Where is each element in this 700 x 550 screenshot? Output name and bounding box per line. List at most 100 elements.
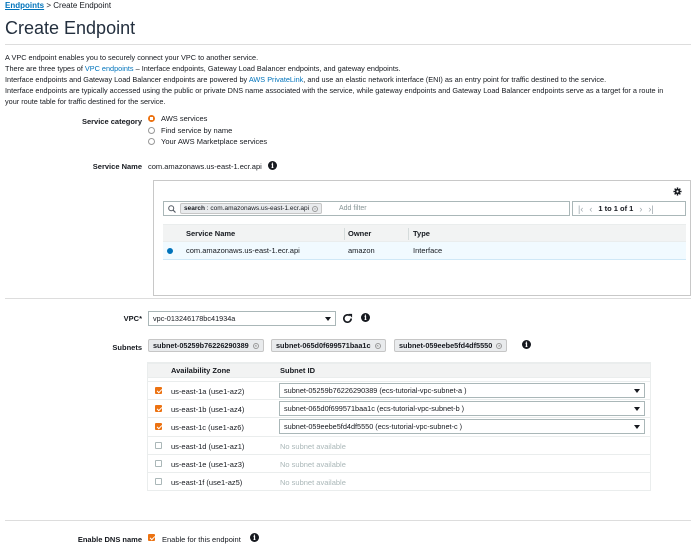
refresh-icon[interactable] <box>342 313 353 326</box>
radio-marketplace-services[interactable]: Your AWS Marketplace services <box>148 136 267 148</box>
intro-line-4: Interface endpoints are typically access… <box>5 86 664 95</box>
search-token-key: search <box>184 204 205 212</box>
table-row[interactable]: com.amazonaws.us-east-1.ecr.api amazon I… <box>163 242 686 260</box>
az-table-header: Availability Zone Subnet ID <box>148 363 650 378</box>
aws-privatelink-link[interactable]: AWS PrivateLink <box>249 75 303 84</box>
breadcrumb-separator: > <box>46 1 52 10</box>
subnet-select-value: subnet-065d0f699571baa1c (ecs-tutorial-v… <box>284 404 465 413</box>
intro-line-2: There are three types of VPC endpoints –… <box>5 63 691 74</box>
subnet-token-label: subnet-065d0f699571baa1c <box>276 341 371 350</box>
vpc-select[interactable]: vpc-013246178bc41934a <box>148 311 336 326</box>
subnet-select[interactable]: subnet-065d0f699571baa1c (ecs-tutorial-v… <box>279 401 645 416</box>
intro-line-2-pre: There are three types of <box>5 64 85 73</box>
az-checkbox[interactable] <box>155 387 162 394</box>
az-name: us-east-1f (use1-az5) <box>171 477 243 487</box>
az-name: us-east-1a (use1-az2) <box>171 386 245 396</box>
info-icon[interactable]: i <box>522 340 531 349</box>
az-checkbox[interactable] <box>155 478 162 485</box>
prev-page-icon[interactable]: ‹ <box>589 204 592 214</box>
last-page-icon[interactable]: ›| <box>648 204 653 214</box>
intro-line-2-post: – Interface endpoints, Gateway Load Bala… <box>133 64 401 73</box>
add-filter-placeholder[interactable]: Add filter <box>339 205 367 212</box>
column-divider <box>344 228 345 240</box>
service-category-label: Service category <box>81 117 142 126</box>
chevron-down-icon <box>634 389 640 393</box>
breadcrumb: Endpoints > Create Endpoint <box>5 1 111 10</box>
row-radio[interactable] <box>167 242 173 259</box>
subnet-token[interactable]: subnet-05259b76226290389 × <box>148 339 264 352</box>
radio-aws-services-label: AWS services <box>161 114 208 124</box>
service-search-box[interactable]: search : com.amazonaws.us-east-1.ecr.api… <box>163 201 570 216</box>
info-icon[interactable]: i <box>268 161 277 170</box>
chevron-down-icon <box>325 317 331 321</box>
remove-token-icon[interactable]: × <box>312 205 319 212</box>
radio-button[interactable] <box>148 126 155 134</box>
col-availability-zone: Availability Zone <box>171 366 231 375</box>
service-name-label: Service Name <box>92 162 142 171</box>
intro-line-5: your route table for traffic destined fo… <box>5 97 166 106</box>
subnets-label: Subnets <box>112 343 142 352</box>
radio-marketplace-label: Your AWS Marketplace services <box>161 137 268 147</box>
intro-line-3-pre: Interface endpoints and Gateway Load Bal… <box>5 75 249 84</box>
table-row: us-east-1b (use1-az4) subnet-065d0f69957… <box>148 399 650 417</box>
az-name: us-east-1c (use1-az6) <box>171 422 244 432</box>
radio-selected-icon[interactable] <box>167 247 173 254</box>
column-divider <box>408 228 409 240</box>
remove-token-icon[interactable]: × <box>496 342 503 349</box>
remove-token-icon[interactable]: × <box>374 342 381 349</box>
dns-checkbox[interactable] <box>148 534 155 541</box>
radio-find-service-label: Find service by name <box>161 125 233 135</box>
intro-text: A VPC endpoint enables you to securely c… <box>5 52 691 107</box>
info-icon[interactable]: i <box>250 533 259 542</box>
section-divider <box>5 298 691 299</box>
az-checkbox[interactable] <box>155 423 162 430</box>
az-checkbox[interactable] <box>155 460 162 467</box>
breadcrumb-endpoints-link[interactable]: Endpoints <box>5 1 44 10</box>
title-divider <box>5 44 691 45</box>
enable-dns-label: Enable DNS name <box>77 535 142 544</box>
subnet-token-label: subnet-059eebe5fd4df5550 <box>399 341 493 350</box>
col-owner[interactable]: Owner <box>348 225 371 241</box>
radio-button-selected[interactable] <box>148 115 155 123</box>
intro-line-3-post: , and use an elastic network interface (… <box>303 75 607 84</box>
remove-token-icon[interactable]: × <box>252 342 259 349</box>
page-title: Create Endpoint <box>5 18 136 38</box>
service-table-header: Service Name Owner Type <box>163 224 686 242</box>
search-filter-token[interactable]: search : com.amazonaws.us-east-1.ecr.api… <box>180 203 323 214</box>
subnet-select[interactable]: subnet-05259b76226290389 (ecs-tutorial-v… <box>279 383 645 398</box>
radio-button[interactable] <box>148 138 155 146</box>
az-checkbox[interactable] <box>155 405 162 412</box>
search-token-value: com.amazonaws.us-east-1.ecr.api <box>210 204 310 212</box>
dns-checkbox-wrap[interactable] <box>148 534 157 543</box>
az-name: us-east-1b (use1-az4) <box>171 404 245 414</box>
col-service-name[interactable]: Service Name <box>186 225 235 241</box>
section-divider <box>5 520 691 521</box>
info-icon[interactable]: i <box>361 313 370 322</box>
vpc-endpoints-link[interactable]: VPC endpoints <box>85 64 134 73</box>
service-name-value: com.amazonaws.us-east-1.ecr.api <box>148 162 262 171</box>
row-owner: amazon <box>348 246 375 255</box>
first-page-icon[interactable]: |‹ <box>578 204 583 214</box>
pager-text: 1 to 1 of 1 <box>598 204 634 213</box>
az-name: us-east-1d (use1-az1) <box>171 441 245 451</box>
gear-icon[interactable] <box>673 187 682 198</box>
subnet-token[interactable]: subnet-065d0f699571baa1c × <box>271 339 386 352</box>
az-checkbox[interactable] <box>155 442 162 449</box>
breadcrumb-current: Create Endpoint <box>53 1 112 10</box>
chevron-down-icon <box>634 407 640 411</box>
row-service-name: com.amazonaws.us-east-1.ecr.api <box>186 246 300 255</box>
vpc-label: VPC* <box>123 314 142 323</box>
no-subnet-text: No subnet available <box>280 459 346 469</box>
col-type[interactable]: Type <box>413 225 430 241</box>
radio-find-service-by-name[interactable]: Find service by name <box>148 125 267 137</box>
next-page-icon[interactable]: › <box>639 204 642 214</box>
chevron-down-icon <box>634 425 640 429</box>
subnet-select[interactable]: subnet-059eebe5fd4df5550 (ecs-tutorial-v… <box>279 419 645 434</box>
no-subnet-text: No subnet available <box>280 477 346 487</box>
radio-aws-services[interactable]: AWS services <box>148 113 267 125</box>
search-icon <box>168 205 176 215</box>
service-category-radio-group: AWS services Find service by name Your A… <box>148 113 267 148</box>
subnet-select-value: subnet-059eebe5fd4df5550 (ecs-tutorial-v… <box>284 422 463 431</box>
subnet-token[interactable]: subnet-059eebe5fd4df5550 × <box>394 339 508 352</box>
dns-checkbox-label: Enable for this endpoint <box>162 535 241 544</box>
